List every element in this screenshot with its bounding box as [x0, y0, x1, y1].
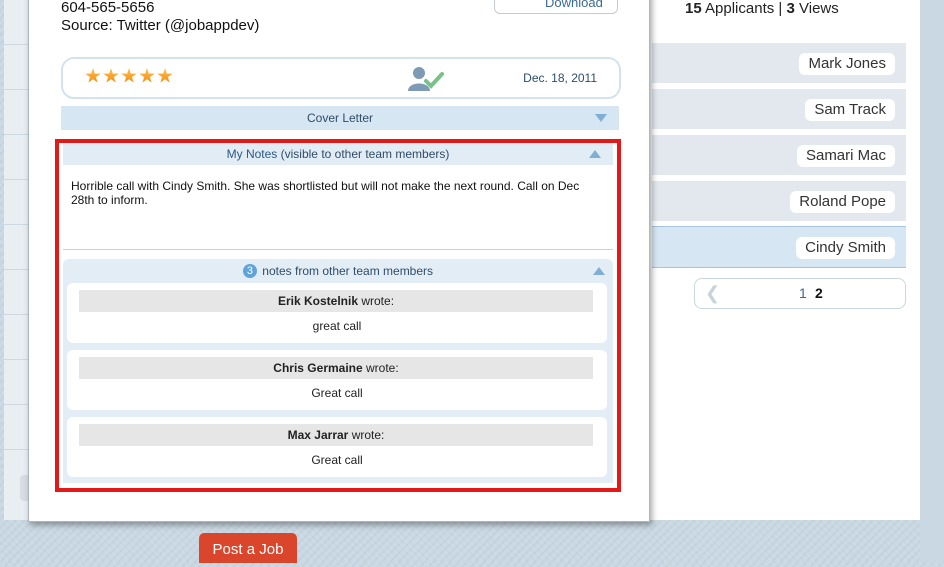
- chevron-left-icon[interactable]: ❮: [705, 283, 720, 304]
- applicant-name[interactable]: Samari Mac: [796, 145, 895, 167]
- left-list-dividers: [4, 0, 28, 480]
- rating-bar: Dec. 18, 2011: [61, 57, 621, 99]
- collapse-up-icon[interactable]: [593, 267, 605, 275]
- collapse-up-icon[interactable]: [589, 150, 601, 158]
- note-author: Erik Kostelnik: [277, 294, 358, 308]
- note-text: Great call: [311, 453, 363, 467]
- applicant-row[interactable]: Sam Track: [652, 89, 906, 130]
- my-notes-subtitle: (visible to other team members): [280, 147, 450, 161]
- my-notes-title: My Notes: [226, 147, 278, 161]
- star-icon[interactable]: [139, 68, 155, 83]
- team-notes-label: notes from other team members: [262, 264, 434, 278]
- team-notes-section: 3 notes from other team members Erik Kos…: [63, 259, 613, 483]
- page-2-current[interactable]: 2: [815, 285, 823, 301]
- download-label: Download: [545, 0, 603, 10]
- note-wrote: wrote:: [366, 361, 399, 375]
- applicant-row[interactable]: Samari Mac: [652, 135, 906, 176]
- applicant-name[interactable]: Mark Jones: [799, 53, 895, 75]
- my-notes-textarea[interactable]: Horrible call with Cindy Smith. She was …: [63, 165, 613, 250]
- views-count: 3: [786, 0, 795, 17]
- note-author: Max Jarrar: [287, 428, 349, 442]
- my-notes-header[interactable]: My Notes (visible to other team members): [63, 143, 613, 165]
- applicant-detail-modal: 604-565-5656 Source: Twitter (@jobappdev…: [28, 0, 650, 522]
- note-author-bar: Chris Germaine wrote:: [79, 357, 593, 379]
- applicants-label: Applicants: [705, 0, 775, 17]
- star-icon[interactable]: [121, 68, 137, 83]
- team-notes-header[interactable]: 3 notes from other team members: [63, 259, 613, 283]
- person-check-icon[interactable]: [406, 65, 446, 91]
- note-wrote: wrote:: [361, 294, 395, 308]
- team-note: Erik Kostelnik wrote: great call: [67, 283, 607, 343]
- note-author: Chris Germaine: [273, 361, 363, 375]
- star-icon[interactable]: [103, 68, 119, 83]
- note-text: great call: [312, 319, 362, 333]
- notes-highlight-box: My Notes (visible to other team members)…: [55, 139, 621, 492]
- note-author-bar: Erik Kostelnik wrote:: [79, 290, 593, 312]
- team-note: Max Jarrar wrote: Great call: [67, 417, 607, 477]
- applicant-row[interactable]: Mark Jones: [652, 43, 906, 84]
- pagination: ❮ 1 2: [694, 278, 906, 309]
- cover-letter-toggle[interactable]: Cover Letter: [61, 106, 619, 130]
- star-icon[interactable]: [157, 68, 173, 83]
- applicant-row-selected[interactable]: Cindy Smith: [652, 226, 906, 268]
- views-label: Views: [799, 0, 839, 17]
- stats-separator: |: [778, 0, 783, 17]
- cover-letter-label: Cover Letter: [306, 111, 374, 125]
- star-rating[interactable]: [85, 68, 175, 87]
- note-wrote: wrote:: [351, 428, 385, 442]
- my-notes-text: Horrible call with Cindy Smith. She was …: [71, 179, 580, 207]
- applicant-name[interactable]: Sam Track: [805, 99, 895, 121]
- contact-phone: 604-565-5656: [61, 0, 155, 16]
- applicants-count: 15: [685, 0, 702, 17]
- contact-source: Source: Twitter (@jobappdev): [61, 17, 260, 34]
- page-1-link[interactable]: 1: [799, 285, 807, 301]
- post-job-button[interactable]: Post a Job: [199, 533, 297, 563]
- applicant-name[interactable]: Cindy Smith: [796, 237, 895, 259]
- applicant-name[interactable]: Roland Pope: [790, 191, 895, 213]
- team-note: Chris Germaine wrote: Great call: [67, 350, 607, 410]
- note-author-bar: Max Jarrar wrote:: [79, 424, 593, 446]
- expand-down-icon[interactable]: [595, 114, 607, 122]
- note-text: Great call: [311, 386, 363, 400]
- applicant-row[interactable]: Roland Pope: [652, 181, 906, 222]
- applicant-stats: 15 Applicants | 3 Views: [685, 0, 839, 17]
- download-button[interactable]: Download: [494, 0, 618, 14]
- rating-date: Dec. 18, 2011: [523, 71, 597, 85]
- right-background-edge: [920, 0, 944, 561]
- star-icon[interactable]: [85, 68, 101, 83]
- notes-count-badge: 3: [242, 264, 257, 278]
